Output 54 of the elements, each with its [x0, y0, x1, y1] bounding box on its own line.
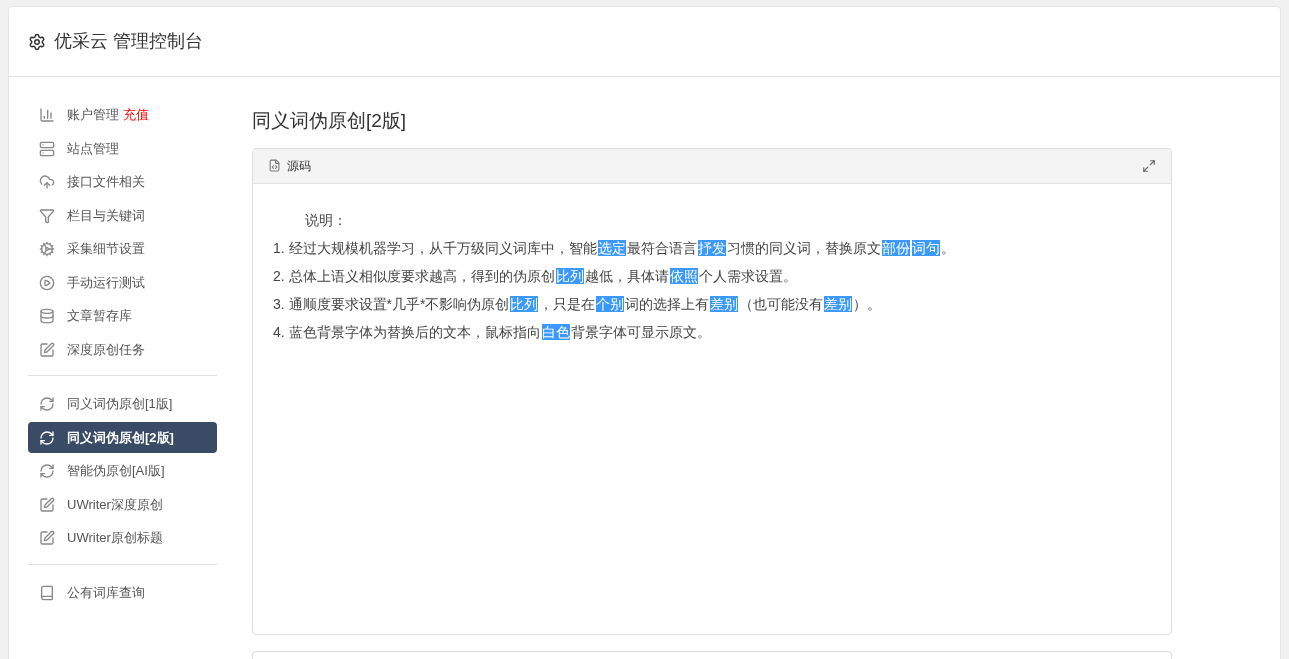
menu-label: 采集细节设置	[67, 240, 145, 259]
menu-label: 手动运行测试	[67, 273, 145, 292]
sidebar-item[interactable]: 手动运行测试	[28, 267, 217, 298]
menu-label: 文章暂存库	[67, 307, 132, 326]
menu-label: 接口文件相关	[67, 173, 145, 192]
sidebar-item[interactable]: UWriter深度原创	[28, 489, 217, 520]
sidebar-item[interactable]: 深度原创任务	[28, 334, 217, 365]
sidebar-item[interactable]: 公有词库查询	[28, 577, 217, 608]
description-line: 2. 总体上语义相似度要求越高，得到的伪原创 比列越低，具体请依照个人需求设置。	[273, 266, 798, 286]
menu-label: 深度原创任务	[67, 340, 145, 359]
menu-label: 同义词伪原创[1版]	[67, 395, 173, 414]
menu-label: UWriter深度原创	[67, 495, 163, 514]
sidebar-item[interactable]: 采集细节设置	[28, 233, 217, 265]
menu-label: 站点管理	[67, 139, 119, 158]
sidebar-item[interactable]: 接口文件相关	[28, 166, 217, 198]
refresh-icon	[39, 396, 55, 412]
sidebar-item[interactable]: 站点管理	[28, 133, 217, 164]
database-icon	[39, 308, 55, 324]
page-heading: 同义词伪原创[2版]	[252, 109, 408, 133]
menu-label: 栏目与关键词	[67, 206, 145, 225]
fullscreen-icon[interactable]	[1142, 158, 1156, 173]
bar-chart-icon	[39, 107, 55, 123]
sidebar-item[interactable]: 同义词伪原创[2版]	[28, 422, 217, 453]
recharge-link[interactable]: 充值	[123, 105, 149, 125]
sidebar-item[interactable]: 账户管理 充值	[28, 99, 217, 131]
edit-icon	[39, 496, 55, 513]
edit-icon	[39, 530, 55, 546]
code-file-icon[interactable]	[268, 159, 281, 172]
server-icon	[39, 140, 55, 157]
menu-label: 同义词伪原创[2版]	[67, 428, 174, 447]
description-line: 3. 通顺度要求设置*几乎*不影响伪原创 比列，只是在个别词的选择上有差别（也可能没有差别）。	[273, 294, 883, 314]
settings-icon	[28, 32, 46, 51]
source-tab[interactable]: 源码	[287, 156, 311, 175]
refresh-icon	[39, 463, 55, 479]
sidebar-item[interactable]: 栏目与关键词	[28, 200, 217, 231]
description-line: 4. 蓝色背景字体为替换后的文本，鼠标指向 白色背景字体可显示原文。	[273, 322, 712, 342]
gear-icon	[39, 241, 55, 257]
menu-label: 公有词库查询	[67, 583, 145, 602]
sidebar-item[interactable]: UWriter原创标题	[28, 522, 217, 554]
play-icon	[39, 274, 55, 291]
menu-label: UWriter原创标题	[67, 529, 163, 548]
description-label: 说明：	[304, 210, 348, 230]
book-icon	[39, 584, 55, 601]
cloud-upload-icon	[39, 174, 55, 190]
edit-icon	[39, 341, 55, 358]
refresh-icon	[39, 429, 55, 446]
description-line: 1. 经过大规模机器学习，从千万级同义词库中，智能选定最符合语言抒发习惯的同义词，替换原文部份词句。	[273, 238, 956, 258]
menu-label: 智能伪原创[AI版]	[67, 462, 165, 481]
sidebar-item[interactable]: 智能伪原创[AI版]	[28, 455, 217, 487]
console-title: 优采云 管理控制台	[54, 30, 203, 53]
filter-icon	[39, 207, 55, 224]
sidebar-item[interactable]: 同义词伪原创[1版]	[28, 388, 217, 420]
menu-label: 账户管理	[67, 106, 119, 125]
sidebar-item[interactable]: 文章暂存库	[28, 300, 217, 332]
